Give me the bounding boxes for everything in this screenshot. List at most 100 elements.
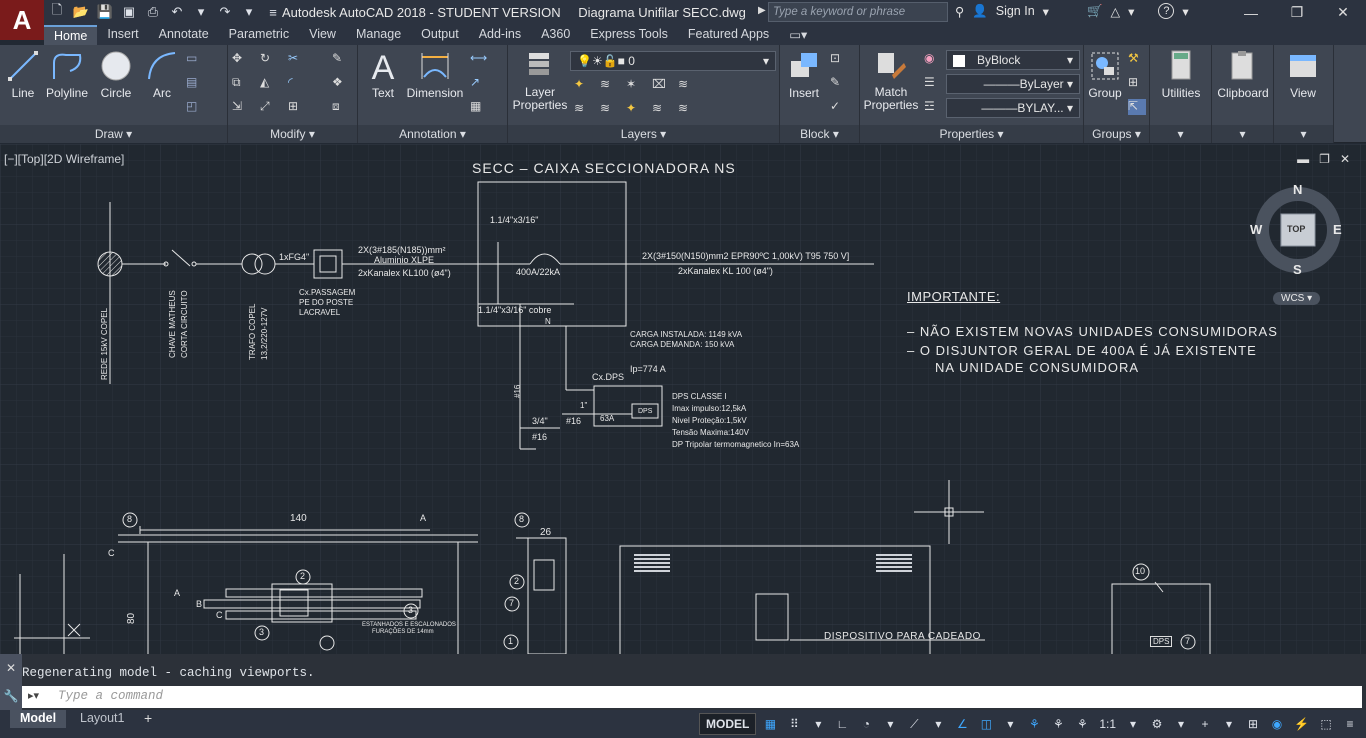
viewcube-top[interactable]: TOP (1287, 224, 1305, 234)
search-expand-icon[interactable]: ▶ (758, 5, 766, 16)
clean-screen-icon[interactable]: ⬚ (1316, 713, 1336, 735)
viewport-controls-label[interactable]: [−][Top][2D Wireframe] (4, 152, 124, 166)
command-input[interactable]: Type a command (22, 686, 1362, 708)
undo-icon[interactable]: ↶ (168, 3, 186, 21)
lineweight-icon[interactable]: ☰ (924, 75, 942, 91)
customize-qat-icon[interactable]: ≡ (264, 3, 282, 21)
layer-copy-icon[interactable]: ≋ (600, 101, 618, 117)
units-icon[interactable]: ▾ (1219, 713, 1239, 735)
customization-icon[interactable]: ≡ (1340, 713, 1360, 735)
clipboard-button[interactable]: Clipboard (1214, 49, 1272, 100)
annotation-panel-title[interactable]: Annotation ▾ (358, 125, 507, 143)
close-icon[interactable]: ✕ (1320, 0, 1366, 25)
lineweight-dropdown[interactable]: ———BYLAY... ▾ (946, 98, 1080, 118)
save-as-icon[interactable]: ▣ (120, 3, 138, 21)
redo-dropdown-icon[interactable]: ▾ (240, 3, 258, 21)
dimension-button[interactable]: Dimension (404, 49, 466, 100)
minimize-icon[interactable]: — (1228, 0, 1274, 25)
annotation-visibility-icon[interactable]: ⚘ (1024, 713, 1044, 735)
group-select-icon[interactable]: ⇱ (1128, 99, 1146, 115)
autocad-logo-icon[interactable]: A (0, 0, 44, 40)
stretch-icon[interactable]: ⇲ (232, 99, 250, 115)
tab-output[interactable]: Output (411, 25, 469, 45)
layer-properties-button[interactable]: Layer Properties (512, 49, 568, 112)
hatch-icon[interactable]: ▤ (186, 75, 204, 91)
help-icon[interactable]: ? (1158, 3, 1175, 19)
user-icon[interactable]: 👤 (972, 4, 988, 19)
linetype-dropdown[interactable]: ———ByLayer ▾ (946, 74, 1080, 94)
text-button[interactable]: A Text (366, 49, 400, 100)
search-input[interactable]: Type a keyword or phrase (768, 2, 948, 22)
tab-featured-apps[interactable]: Featured Apps (678, 25, 779, 45)
workspace-gear-icon[interactable]: ⚙ (1147, 713, 1167, 735)
object-snap-dropdown-icon[interactable]: ▾ (1000, 713, 1020, 735)
grid-icon[interactable]: ▦ (760, 713, 780, 735)
rotate-icon[interactable]: ↻ (260, 51, 278, 67)
copy-icon[interactable]: ⧉ (232, 75, 250, 91)
layer-walk-icon[interactable]: ≋ (678, 101, 696, 117)
hardware-acceleration-icon[interactable]: ⚡ (1291, 713, 1312, 735)
layer-current-icon[interactable]: ≋ (574, 101, 592, 117)
group-edit-icon[interactable]: ⊞ (1128, 75, 1146, 91)
view-button[interactable]: View (1280, 49, 1326, 100)
wcs-menu[interactable]: WCS ▾ (1273, 292, 1321, 305)
fillet-icon[interactable]: ◜ (288, 75, 306, 91)
tab-model[interactable]: Model (10, 710, 67, 728)
workspace-dropdown-icon[interactable]: ▾ (1171, 713, 1191, 735)
ortho-icon[interactable]: ∟ (832, 713, 852, 735)
scale-icon[interactable]: ⤢ (260, 99, 278, 115)
viewcube-east[interactable]: E (1333, 222, 1342, 237)
isolate-objects-icon[interactable]: ◉ (1267, 713, 1287, 735)
polyline-button[interactable]: Polyline (42, 49, 92, 100)
explode-icon[interactable]: ❖ (332, 75, 350, 91)
rectangle-icon[interactable]: ▭ (186, 51, 204, 67)
erase-icon[interactable]: ✎ (332, 51, 350, 67)
sign-in-dropdown-icon[interactable]: ▾ (1043, 4, 1049, 19)
layer-freeze-icon[interactable]: ✶ (626, 77, 644, 93)
tab-manage[interactable]: Manage (346, 25, 411, 45)
command-customize-icon[interactable]: 🔧 (4, 689, 19, 703)
redo-icon[interactable]: ↷ (216, 3, 234, 21)
properties-panel-title[interactable]: Properties ▾ (860, 125, 1083, 143)
new-file-icon[interactable]: 🗋 (48, 2, 66, 21)
plot-icon[interactable]: ⎙ (144, 3, 162, 21)
edit-block-icon[interactable]: ✎ (830, 75, 848, 91)
tab-home[interactable]: Home (44, 25, 98, 45)
clipboard-dropdown-icon[interactable]: ▾ (1212, 125, 1273, 143)
annotation-scale-value[interactable]: 1:1 (1096, 713, 1119, 735)
annotation-scale-icon[interactable]: ⚘ (1072, 713, 1092, 735)
offset-icon[interactable]: ⧈ (332, 99, 350, 115)
tab-view[interactable]: View (299, 25, 346, 45)
help-dropdown-icon[interactable]: ▾ (1182, 4, 1188, 19)
binoculars-icon[interactable]: ⚲ (955, 4, 964, 19)
polar-dropdown-icon[interactable]: ▾ (880, 713, 900, 735)
tab-layout1[interactable]: Layout1 (70, 710, 134, 728)
annotation-monitor-icon[interactable]: + (1195, 713, 1215, 735)
layer-isolate-icon[interactable]: ≋ (600, 77, 618, 93)
undo-dropdown-icon[interactable]: ▾ (192, 3, 210, 21)
tab-a360[interactable]: A360 (531, 25, 580, 45)
tab-annotate[interactable]: Annotate (149, 25, 219, 45)
viewcube-west[interactable]: W (1250, 222, 1262, 237)
modify-panel-title[interactable]: Modify ▾ (228, 125, 357, 143)
leader-icon[interactable]: ↗ (470, 75, 488, 91)
tab-add-ins[interactable]: Add-ins (469, 25, 531, 45)
viewport-close-icon[interactable]: ✕ (1340, 152, 1350, 166)
linetype-icon[interactable]: ☲ (924, 99, 942, 115)
tab-parametric[interactable]: Parametric (219, 25, 299, 45)
match-properties-button[interactable]: Match Properties (864, 49, 918, 112)
mirror-icon[interactable]: ◭ (260, 75, 278, 91)
quick-properties-icon[interactable]: ⊞ (1243, 713, 1263, 735)
linear-dim-icon[interactable]: ⟷ (470, 51, 488, 67)
a360-dropdown-icon[interactable]: ▾ (1128, 4, 1134, 19)
save-icon[interactable]: 💾 (96, 3, 114, 21)
circle-button[interactable]: Circle (96, 49, 136, 100)
line-button[interactable]: Line (6, 49, 40, 100)
tab-insert[interactable]: Insert (97, 25, 148, 45)
viewcube-south[interactable]: S (1293, 262, 1302, 277)
viewport-minimize-icon[interactable]: ▬ (1297, 152, 1309, 166)
utilities-dropdown-icon[interactable]: ▾ (1150, 125, 1211, 143)
layer-match-icon[interactable]: ≋ (678, 77, 696, 93)
create-block-icon[interactable]: ⊡ (830, 51, 848, 67)
table-icon[interactable]: ▦ (470, 99, 488, 115)
